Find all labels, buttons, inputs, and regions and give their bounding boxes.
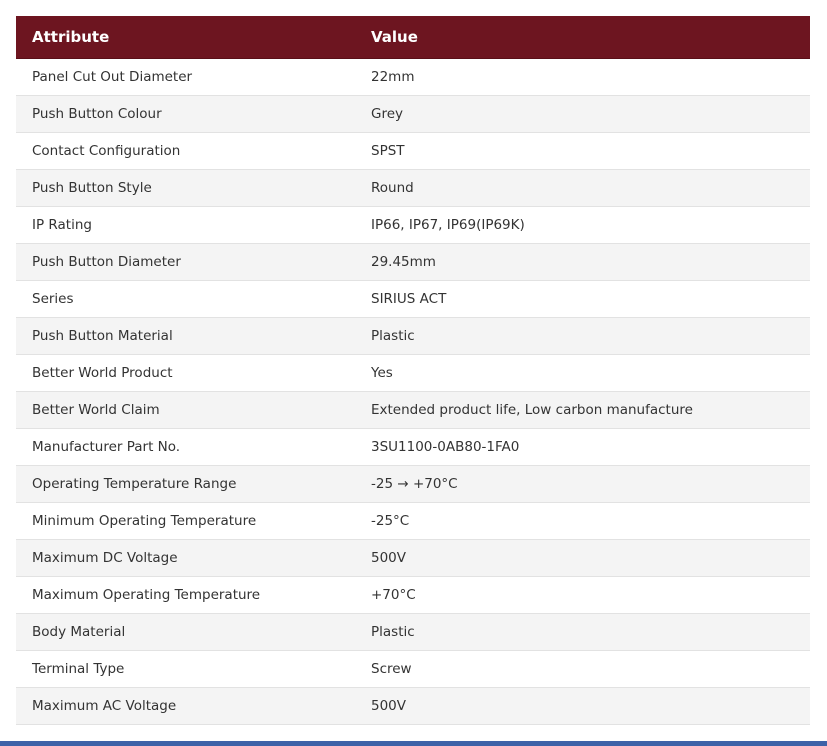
value-cell: IP66, IP67, IP69(IP69K) [355,206,810,244]
attribute-cell: Push Button Colour [16,95,355,133]
table-row: Push Button Style Round [16,169,810,207]
attribute-cell: Series [16,280,355,318]
table-row: Push Button Colour Grey [16,95,810,133]
attribute-cell: IP Rating [16,206,355,244]
attribute-cell: Maximum AC Voltage [16,687,355,725]
attribute-cell: Maximum DC Voltage [16,539,355,577]
table-row: Terminal Type Screw [16,650,810,688]
table-row: Operating Temperature Range -25 → +70°C [16,465,810,503]
page: Attribute Value Panel Cut Out Diameter 22… [0,0,827,746]
table-body: Panel Cut Out Diameter 22mm Push Button C… [16,58,810,725]
value-cell: Extended product life, Low carbon manufa… [355,391,810,429]
attribute-column-header: Attribute [16,16,355,59]
header-row: Attribute Value [16,16,810,59]
value-cell: 29.45mm [355,243,810,281]
table-header: Attribute Value [16,16,810,59]
attribute-cell: Operating Temperature Range [16,465,355,503]
table-row: Push Button Diameter 29.45mm [16,243,810,281]
value-cell: Plastic [355,317,810,355]
value-cell: 500V [355,539,810,577]
table-row: Maximum AC Voltage 500V [16,687,810,725]
attribute-cell: Terminal Type [16,650,355,688]
table-row: Better World Claim Extended product life,… [16,391,810,429]
attribute-cell: Better World Claim [16,391,355,429]
value-cell: SIRIUS ACT [355,280,810,318]
table-row: Series SIRIUS ACT [16,280,810,318]
table-row: Minimum Operating Temperature -25°C [16,502,810,540]
value-cell: Yes [355,354,810,392]
table-row: Better World Product Yes [16,354,810,392]
value-cell: 500V [355,687,810,725]
attribute-cell: Panel Cut Out Diameter [16,58,355,96]
table-row: Contact Configuration SPST [16,132,810,170]
table-row: Maximum Operating Temperature +70°C [16,576,810,614]
attribute-cell: Contact Configuration [16,132,355,170]
attribute-cell: Push Button Material [16,317,355,355]
value-cell: SPST [355,132,810,170]
value-cell: 22mm [355,58,810,96]
attribute-cell: Body Material [16,613,355,651]
value-cell: Grey [355,95,810,133]
value-cell: Screw [355,650,810,688]
attribute-cell: Minimum Operating Temperature [16,502,355,540]
attribute-cell: Better World Product [16,354,355,392]
table-row: Body Material Plastic [16,613,810,651]
table-row: Maximum DC Voltage 500V [16,539,810,577]
table-row: IP Rating IP66, IP67, IP69(IP69K) [16,206,810,244]
attribute-cell: Push Button Style [16,169,355,207]
value-cell: +70°C [355,576,810,614]
value-cell: -25°C [355,502,810,540]
table-row: Panel Cut Out Diameter 22mm [16,58,810,96]
attribute-cell: Manufacturer Part No. [16,428,355,466]
value-cell: -25 → +70°C [355,465,810,503]
table-row: Push Button Material Plastic [16,317,810,355]
attribute-cell: Maximum Operating Temperature [16,576,355,614]
value-cell: Plastic [355,613,810,651]
table-row: Manufacturer Part No. 3SU1100-0AB80-1FA0 [16,428,810,466]
bottom-accent-bar [0,741,827,746]
value-cell: Round [355,169,810,207]
value-cell: 3SU1100-0AB80-1FA0 [355,428,810,466]
value-column-header: Value [355,16,810,59]
specifications-table: Attribute Value Panel Cut Out Diameter 22… [16,16,810,725]
attribute-cell: Push Button Diameter [16,243,355,281]
